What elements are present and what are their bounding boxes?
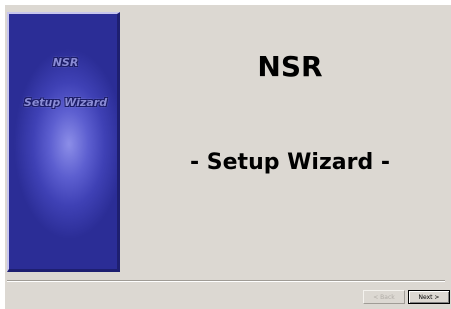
- wizard-side-banner: NSR Setup Wizard: [7, 12, 120, 272]
- page-title: NSR: [257, 50, 323, 83]
- back-button[interactable]: < Back: [363, 290, 405, 304]
- next-button[interactable]: Next >: [408, 290, 450, 304]
- banner-subtitle: Setup Wizard: [23, 96, 108, 109]
- button-separator: [7, 280, 445, 282]
- page-subtitle: - Setup Wizard -: [190, 150, 390, 175]
- banner-title: NSR: [52, 56, 79, 69]
- wizard-window: NSR Setup Wizard NSR - Setup Wizard - < …: [0, 0, 451, 309]
